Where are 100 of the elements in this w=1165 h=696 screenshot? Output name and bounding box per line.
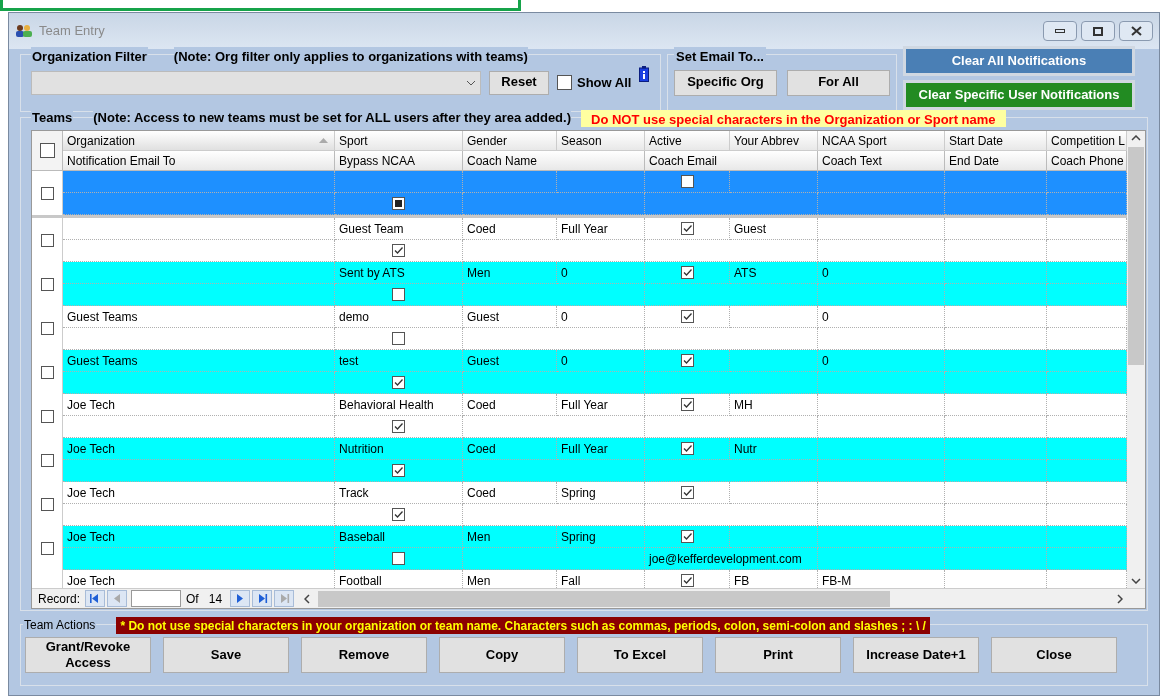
- bypass-ncaa-checkbox[interactable]: [392, 552, 405, 565]
- scroll-down-icon[interactable]: [1131, 578, 1141, 584]
- table-cell-text: Joe Tech: [67, 440, 115, 458]
- warning-label: Do NOT use special characters in the Organization or Sport name: [581, 109, 1006, 127]
- teams-note: (Note: Access to new teams must be set for ALL users after they area added.): [93, 108, 571, 128]
- chevron-down-icon: [466, 79, 476, 86]
- table-cell-text: Sent by ATS: [339, 264, 405, 282]
- table-cell-text: Nutrition: [339, 440, 384, 458]
- table-cell-text: ATS: [734, 264, 757, 282]
- row-checkbox[interactable]: [40, 453, 54, 467]
- record-label: Record:: [38, 590, 81, 608]
- column-header[interactable]: Sport: [335, 131, 463, 151]
- active-checkbox[interactable]: [680, 574, 694, 587]
- minimize-button[interactable]: [1043, 21, 1077, 41]
- column-header[interactable]: Active: [645, 131, 730, 151]
- row-checkbox[interactable]: [40, 409, 54, 423]
- table-row[interactable]: Joe Tech Baseball Men Spring joe@kefferdevelopment.com: [32, 526, 1127, 570]
- table-cell-text: 0: [561, 352, 568, 370]
- bypass-ncaa-checkbox[interactable]: [392, 244, 405, 257]
- scrollbar-thumb[interactable]: [318, 590, 891, 607]
- table-cell-text: Guest Teams: [67, 308, 138, 326]
- action-button[interactable]: Save: [163, 637, 289, 673]
- row-checkbox[interactable]: [40, 277, 54, 291]
- column-header[interactable]: Coach Phone: [1047, 151, 1127, 171]
- scroll-up-icon[interactable]: [1131, 135, 1141, 141]
- close-button[interactable]: [1119, 21, 1153, 41]
- bypass-ncaa-checkbox[interactable]: [392, 464, 405, 477]
- table-cell-text: FB: [734, 572, 750, 588]
- group-label: Organization Filter: [31, 47, 148, 67]
- info-icon: [639, 65, 650, 82]
- column-header[interactable]: Your Abbrev: [730, 131, 818, 151]
- column-header[interactable]: Gender: [463, 131, 557, 151]
- row-checkbox[interactable]: [40, 497, 54, 511]
- scroll-right-icon[interactable]: [1117, 593, 1123, 604]
- active-checkbox[interactable]: [680, 266, 694, 279]
- row-checkbox[interactable]: [40, 186, 54, 200]
- column-header[interactable]: Notification Email To: [63, 151, 335, 171]
- column-header[interactable]: Coach Text: [818, 151, 945, 171]
- reset-button[interactable]: Reset: [489, 70, 549, 95]
- column-header[interactable]: Bypass NCAA: [335, 151, 463, 171]
- action-button[interactable]: Grant/Revoke Access: [25, 637, 151, 673]
- scrollbar-thumb[interactable]: [1128, 147, 1144, 365]
- action-button[interactable]: Close: [991, 637, 1117, 673]
- active-checkbox[interactable]: [680, 175, 694, 188]
- bypass-ncaa-checkbox[interactable]: [392, 420, 405, 433]
- bypass-ncaa-checkbox[interactable]: [392, 376, 405, 389]
- row-checkbox[interactable]: [40, 365, 54, 379]
- column-header[interactable]: Start Date: [945, 131, 1047, 151]
- table-cell-text: Joe Tech: [67, 396, 115, 414]
- active-checkbox[interactable]: [680, 354, 694, 367]
- column-header[interactable]: Coach Email: [645, 151, 818, 171]
- active-checkbox[interactable]: [680, 310, 694, 323]
- table-cell-text: Joe Tech: [67, 528, 115, 546]
- people-icon: [15, 24, 33, 38]
- row-checkbox[interactable]: [40, 321, 54, 335]
- active-checkbox[interactable]: [680, 442, 694, 455]
- table-cell-text: Full Year: [561, 396, 608, 414]
- select-all-checkbox[interactable]: [39, 143, 55, 158]
- table-cell-text: Full Year: [561, 220, 608, 238]
- next-record-button[interactable]: [230, 590, 251, 607]
- action-button[interactable]: Copy: [439, 637, 565, 673]
- active-checkbox[interactable]: [680, 398, 694, 411]
- table-row[interactable]: Guest Teams test Guest 0 0: [32, 350, 1127, 394]
- first-record-button[interactable]: [85, 590, 106, 607]
- column-header[interactable]: Competition L: [1047, 131, 1127, 151]
- row-checkbox[interactable]: [40, 233, 54, 247]
- table-cell-text: Guest: [467, 352, 499, 370]
- notification-button[interactable]: Clear Specific User Notifications: [903, 80, 1135, 110]
- restore-button[interactable]: [1081, 21, 1115, 41]
- bypass-ncaa-checkbox[interactable]: [392, 288, 405, 301]
- record-field[interactable]: [131, 590, 182, 607]
- active-checkbox[interactable]: [680, 530, 694, 543]
- set-email-button[interactable]: Specific Org: [674, 69, 777, 96]
- set-email-button[interactable]: For All: [787, 69, 890, 96]
- action-button[interactable]: To Excel: [577, 637, 703, 673]
- action-button[interactable]: Increase Date+1: [853, 637, 979, 673]
- vertical-scrollbar[interactable]: [1127, 131, 1145, 588]
- column-header[interactable]: NCAA Sport: [818, 131, 945, 151]
- table-row[interactable]: Sent by ATS Men 0 ATS 0: [32, 262, 1127, 306]
- column-header[interactable]: Coach Name: [463, 151, 645, 171]
- notification-button[interactable]: Clear All Notifications: [903, 46, 1135, 76]
- row-checkbox[interactable]: [40, 541, 54, 555]
- scroll-left-icon[interactable]: [304, 593, 311, 604]
- show-all-checkbox[interactable]: [557, 75, 572, 90]
- table-cell-text: Men: [467, 572, 491, 588]
- checkbox-label: Show All: [577, 73, 632, 92]
- bypass-ncaa-checkbox[interactable]: [392, 508, 405, 521]
- active-checkbox[interactable]: [680, 486, 694, 499]
- action-button[interactable]: Remove: [301, 637, 427, 673]
- last-record-button[interactable]: [252, 590, 273, 607]
- table-row[interactable]: Joe Tech Nutrition Coed Full Year Nutr: [32, 438, 1127, 482]
- column-header[interactable]: Season: [557, 131, 645, 151]
- column-header[interactable]: End Date: [945, 151, 1047, 171]
- table-cell-text: Men: [467, 264, 491, 282]
- active-checkbox[interactable]: [680, 222, 694, 235]
- action-button[interactable]: Print: [715, 637, 841, 673]
- bypass-ncaa-checkbox[interactable]: [392, 197, 405, 210]
- column-header[interactable]: Organization: [63, 131, 335, 151]
- bypass-ncaa-checkbox[interactable]: [392, 332, 405, 345]
- last-icon: [256, 593, 269, 604]
